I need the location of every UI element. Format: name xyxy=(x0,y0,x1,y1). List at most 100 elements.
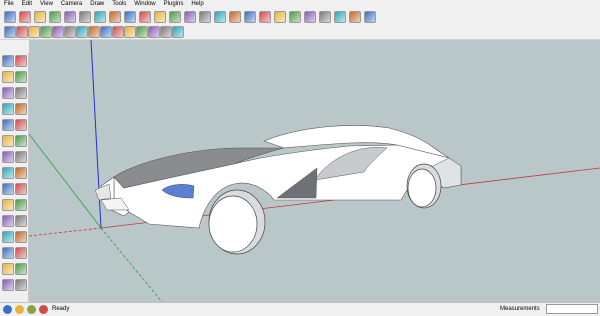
front-wheel-face xyxy=(208,195,258,253)
pushpull-icon[interactable] xyxy=(124,11,136,23)
monochrome-icon[interactable] xyxy=(124,26,136,38)
styles-icon[interactable] xyxy=(349,11,361,23)
measurements-input[interactable] xyxy=(546,304,598,314)
red-axis-dashed xyxy=(29,227,102,237)
line-icon[interactable] xyxy=(49,11,61,23)
zoom-extents-icon[interactable] xyxy=(274,11,286,23)
rotate-icon[interactable] xyxy=(15,135,27,147)
section-plane-icon[interactable] xyxy=(15,279,27,291)
view-front-icon[interactable] xyxy=(28,26,40,38)
menu-tools[interactable]: Tools xyxy=(108,0,130,9)
arc-icon[interactable] xyxy=(79,11,91,23)
components-icon[interactable] xyxy=(334,11,346,23)
fog-icon[interactable] xyxy=(148,26,160,38)
lookaround-icon[interactable] xyxy=(15,263,27,275)
menu-camera[interactable]: Camera xyxy=(57,0,86,9)
menu-help[interactable]: Help xyxy=(187,0,207,9)
dimension-icon[interactable] xyxy=(15,167,27,179)
zoom-icon[interactable] xyxy=(244,11,256,23)
followme-icon[interactable] xyxy=(169,11,181,23)
offset-icon[interactable] xyxy=(15,151,27,163)
menu-window[interactable]: Window xyxy=(130,0,159,9)
pan-icon[interactable] xyxy=(229,11,241,23)
rectangle-icon[interactable] xyxy=(34,11,46,23)
offset-icon[interactable] xyxy=(199,11,211,23)
pushpull-icon[interactable] xyxy=(2,119,14,131)
orbit-icon[interactable] xyxy=(214,11,226,23)
large-tool-set-toolbar xyxy=(0,53,29,301)
menu-file[interactable]: File xyxy=(0,0,18,9)
scale-icon[interactable] xyxy=(2,151,14,163)
main-toolbar xyxy=(0,9,600,26)
freehand-icon[interactable] xyxy=(109,11,121,23)
scene-drawing xyxy=(29,40,600,302)
view-top-icon[interactable] xyxy=(16,26,28,38)
axes-icon[interactable] xyxy=(2,199,14,211)
help-icon[interactable] xyxy=(39,305,48,314)
eraser-icon[interactable] xyxy=(15,71,27,83)
xray-icon[interactable] xyxy=(76,26,88,38)
protractor-icon[interactable] xyxy=(2,183,14,195)
car-model xyxy=(94,125,462,255)
line-icon[interactable] xyxy=(2,103,14,115)
status-bar: Ready Measurements xyxy=(0,302,600,316)
move-icon[interactable] xyxy=(2,135,14,147)
rear-wheel-face xyxy=(407,168,437,208)
warehouse-icon[interactable] xyxy=(304,11,316,23)
geo-location-icon[interactable] xyxy=(3,305,12,314)
share-model-icon[interactable] xyxy=(319,11,331,23)
select-icon[interactable] xyxy=(2,55,14,67)
green-axis-dashed xyxy=(100,227,163,302)
menu-edit[interactable]: Edit xyxy=(18,0,36,9)
make-component-icon[interactable] xyxy=(15,55,27,67)
zoom-window-icon[interactable] xyxy=(15,231,27,243)
pan-icon[interactable] xyxy=(15,215,27,227)
select-icon[interactable] xyxy=(4,11,16,23)
eraser-icon[interactable] xyxy=(19,11,31,23)
menu-draw[interactable]: Draw xyxy=(86,0,108,9)
measurements-label: Measurements xyxy=(500,306,540,312)
green-axis-solid xyxy=(29,133,102,229)
circle-icon[interactable] xyxy=(64,11,76,23)
status-text: Ready xyxy=(52,306,70,312)
menu-bar: File Edit View Camera Draw Tools Window … xyxy=(0,0,600,9)
textured-icon[interactable] xyxy=(112,26,124,38)
zoom-window-icon[interactable] xyxy=(259,11,271,23)
credits-icon[interactable] xyxy=(15,305,24,314)
rotate-icon[interactable] xyxy=(154,11,166,23)
arc-icon[interactable] xyxy=(15,103,27,115)
standard-view-iso[interactable] xyxy=(4,26,16,38)
wireframe-icon[interactable] xyxy=(88,26,100,38)
move-icon[interactable] xyxy=(139,11,151,23)
view-back-icon[interactable] xyxy=(52,26,64,38)
previous-icon[interactable] xyxy=(15,247,27,259)
scale-icon[interactable] xyxy=(184,11,196,23)
user-icon[interactable] xyxy=(27,305,36,314)
followme-icon[interactable] xyxy=(15,119,27,131)
walk-icon[interactable] xyxy=(2,279,14,291)
orbit-icon[interactable] xyxy=(2,215,14,227)
views-toolbar xyxy=(0,25,600,40)
car-front-light xyxy=(94,183,112,201)
text-icon[interactable] xyxy=(15,183,27,195)
menu-view[interactable]: View xyxy=(36,0,57,9)
circle-icon[interactable] xyxy=(15,87,27,99)
layers-icon[interactable] xyxy=(364,11,376,23)
paint-icon[interactable] xyxy=(2,71,14,83)
3dtext-icon[interactable] xyxy=(15,199,27,211)
rectangle-icon[interactable] xyxy=(2,87,14,99)
model-viewport[interactable] xyxy=(29,40,600,302)
shaded-icon[interactable] xyxy=(100,26,112,38)
polygon-icon[interactable] xyxy=(94,11,106,23)
section-icon[interactable] xyxy=(172,26,184,38)
previous-icon[interactable] xyxy=(289,11,301,23)
menu-plugins[interactable]: Plugins xyxy=(160,0,188,9)
position-camera-icon[interactable] xyxy=(2,263,14,275)
zoom-extents-icon[interactable] xyxy=(2,247,14,259)
view-right-icon[interactable] xyxy=(40,26,52,38)
zoom-icon[interactable] xyxy=(2,231,14,243)
sun-icon[interactable] xyxy=(160,26,172,38)
view-left-icon[interactable] xyxy=(64,26,76,38)
tape-icon[interactable] xyxy=(2,167,14,179)
shadows-icon[interactable] xyxy=(136,26,148,38)
